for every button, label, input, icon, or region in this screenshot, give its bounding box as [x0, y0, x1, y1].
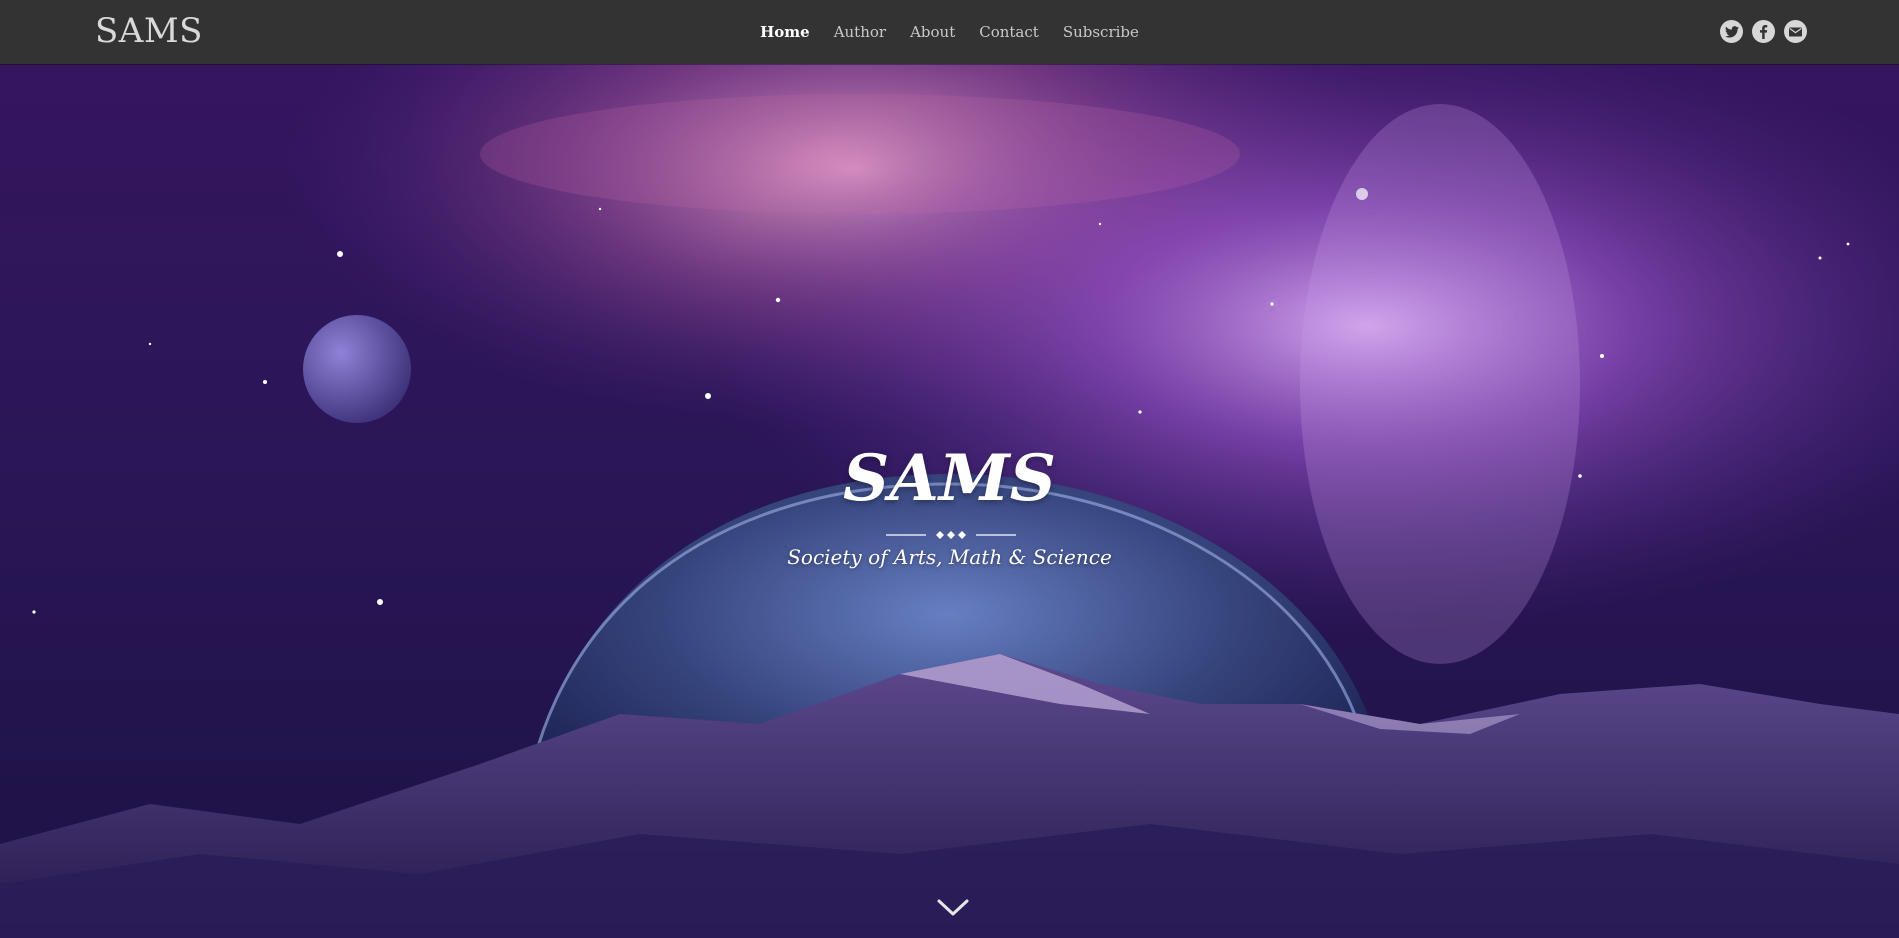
- nav-item-about[interactable]: About: [910, 21, 955, 43]
- nav-item-author[interactable]: Author: [834, 21, 886, 43]
- hero-title: SAMS: [843, 441, 1056, 516]
- top-navbar: SAMS Home Author About Contact Subscribe: [0, 0, 1899, 64]
- main-nav: Home Author About Contact Subscribe: [0, 21, 1899, 43]
- nav-item-subscribe[interactable]: Subscribe: [1063, 21, 1139, 43]
- title-divider: [886, 531, 1016, 539]
- hero-subtitle: Society of Arts, Math & Science: [787, 545, 1112, 569]
- nav-item-contact[interactable]: Contact: [979, 21, 1039, 43]
- social-links: [1720, 20, 1807, 43]
- twitter-icon[interactable]: [1720, 20, 1743, 43]
- hero-section: SAMS Society of Arts, Math & Science: [0, 64, 1899, 938]
- facebook-icon[interactable]: [1752, 20, 1775, 43]
- nav-item-home[interactable]: Home: [760, 21, 810, 43]
- chevron-down-icon[interactable]: [935, 895, 971, 919]
- email-icon[interactable]: [1784, 20, 1807, 43]
